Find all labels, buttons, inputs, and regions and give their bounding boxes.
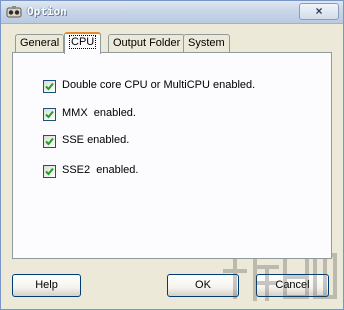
tab-label: System <box>188 37 225 49</box>
tab-label: CPU <box>69 35 97 49</box>
cpu-tab-panel: Double core CPU or MultiCPU enabled. MMX… <box>12 52 332 259</box>
checkmark-icon <box>45 110 54 119</box>
title-bar[interactable]: Option × <box>1 1 343 24</box>
checkmark-icon <box>45 167 54 176</box>
option-dialog: Option × General CPU Output Folder Syste… <box>0 0 344 310</box>
mmx-label: MMX enabled. <box>62 107 136 119</box>
window-title: Option <box>27 5 67 18</box>
close-icon: × <box>315 4 323 18</box>
sse2-checkbox[interactable] <box>43 165 56 178</box>
help-button-label: Help <box>35 279 58 291</box>
mmx-checkbox[interactable] <box>43 108 56 121</box>
sse-label: SSE enabled. <box>62 134 130 146</box>
sse2-label: SSE2 enabled. <box>62 164 139 176</box>
app-icon <box>6 5 22 19</box>
checkmark-icon <box>45 82 54 91</box>
tab-cpu[interactable]: CPU <box>64 32 102 54</box>
help-button[interactable]: Help <box>12 274 81 297</box>
tab-output-folder[interactable]: Output Folder <box>108 34 186 52</box>
multicpu-label: Double core CPU or MultiCPU enabled. <box>62 79 256 91</box>
multicpu-checkbox[interactable] <box>43 80 56 93</box>
tab-label: General <box>20 37 60 49</box>
checkmark-icon <box>45 137 54 146</box>
ok-button-label: OK <box>195 279 211 291</box>
sse-checkbox[interactable] <box>43 135 56 148</box>
tab-general[interactable]: General <box>15 34 65 52</box>
tab-system[interactable]: System <box>183 34 230 52</box>
tab-label: Output Folder <box>113 37 181 49</box>
close-button[interactable]: × <box>299 3 339 20</box>
